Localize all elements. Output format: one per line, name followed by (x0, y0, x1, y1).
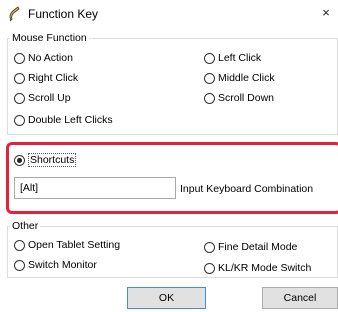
close-icon[interactable]: × (314, 0, 338, 26)
radio-scroll-up[interactable]: Scroll Up (14, 92, 71, 104)
pen-icon (8, 6, 22, 22)
radio-label: Open Tablet Setting (28, 239, 121, 251)
radio-label: Scroll Down (218, 92, 275, 104)
radio-label: Right Click (28, 72, 79, 84)
radio-indicator (14, 52, 25, 64)
function-key-dialog: Function Key × Mouse Function No Action … (0, 0, 338, 312)
radio-label: Shortcuts (28, 153, 77, 167)
radio-indicator (204, 241, 215, 253)
radio-kl-kr-mode-switch[interactable]: KL/KR Mode Switch (204, 262, 311, 274)
radio-indicator (14, 259, 25, 271)
radio-label: Fine Detail Mode (218, 241, 298, 253)
radio-label: Switch Monitor (28, 259, 97, 271)
mouse-function-label: Mouse Function (10, 32, 89, 44)
other-label: Other (10, 220, 41, 232)
keyboard-combination-label: Input Keyboard Combination (180, 183, 314, 195)
ok-button[interactable]: OK (127, 287, 206, 309)
radio-label: Middle Click (218, 72, 275, 84)
radio-no-action[interactable]: No Action (14, 52, 73, 64)
radio-indicator (204, 52, 215, 64)
title-bar: Function Key × (0, 0, 338, 28)
window-title: Function Key (28, 7, 99, 21)
cancel-button[interactable]: Cancel (262, 287, 338, 309)
radio-indicator (14, 114, 25, 126)
radio-label: Scroll Up (28, 92, 71, 104)
radio-label: Left Click (218, 52, 262, 64)
radio-left-click[interactable]: Left Click (204, 52, 261, 64)
radio-label: Double Left Clicks (28, 114, 113, 126)
radio-middle-click[interactable]: Middle Click (204, 72, 275, 84)
radio-label: No Action (28, 52, 73, 64)
radio-indicator (14, 72, 25, 84)
radio-indicator-selected (14, 154, 25, 166)
radio-label: KL/KR Mode Switch (218, 262, 312, 274)
radio-indicator (14, 92, 25, 104)
radio-switch-monitor[interactable]: Switch Monitor (14, 259, 97, 271)
keyboard-combination-input[interactable]: [Alt] (14, 177, 176, 199)
radio-indicator (204, 92, 215, 104)
radio-scroll-down[interactable]: Scroll Down (204, 92, 274, 104)
radio-shortcuts[interactable]: Shortcuts (14, 153, 77, 167)
radio-double-left-clicks[interactable]: Double Left Clicks (14, 114, 113, 126)
radio-fine-detail-mode[interactable]: Fine Detail Mode (204, 241, 297, 253)
radio-indicator (14, 239, 25, 251)
radio-indicator (204, 262, 215, 274)
radio-open-tablet-setting[interactable]: Open Tablet Setting (14, 239, 120, 251)
radio-indicator (204, 72, 215, 84)
radio-right-click[interactable]: Right Click (14, 72, 78, 84)
